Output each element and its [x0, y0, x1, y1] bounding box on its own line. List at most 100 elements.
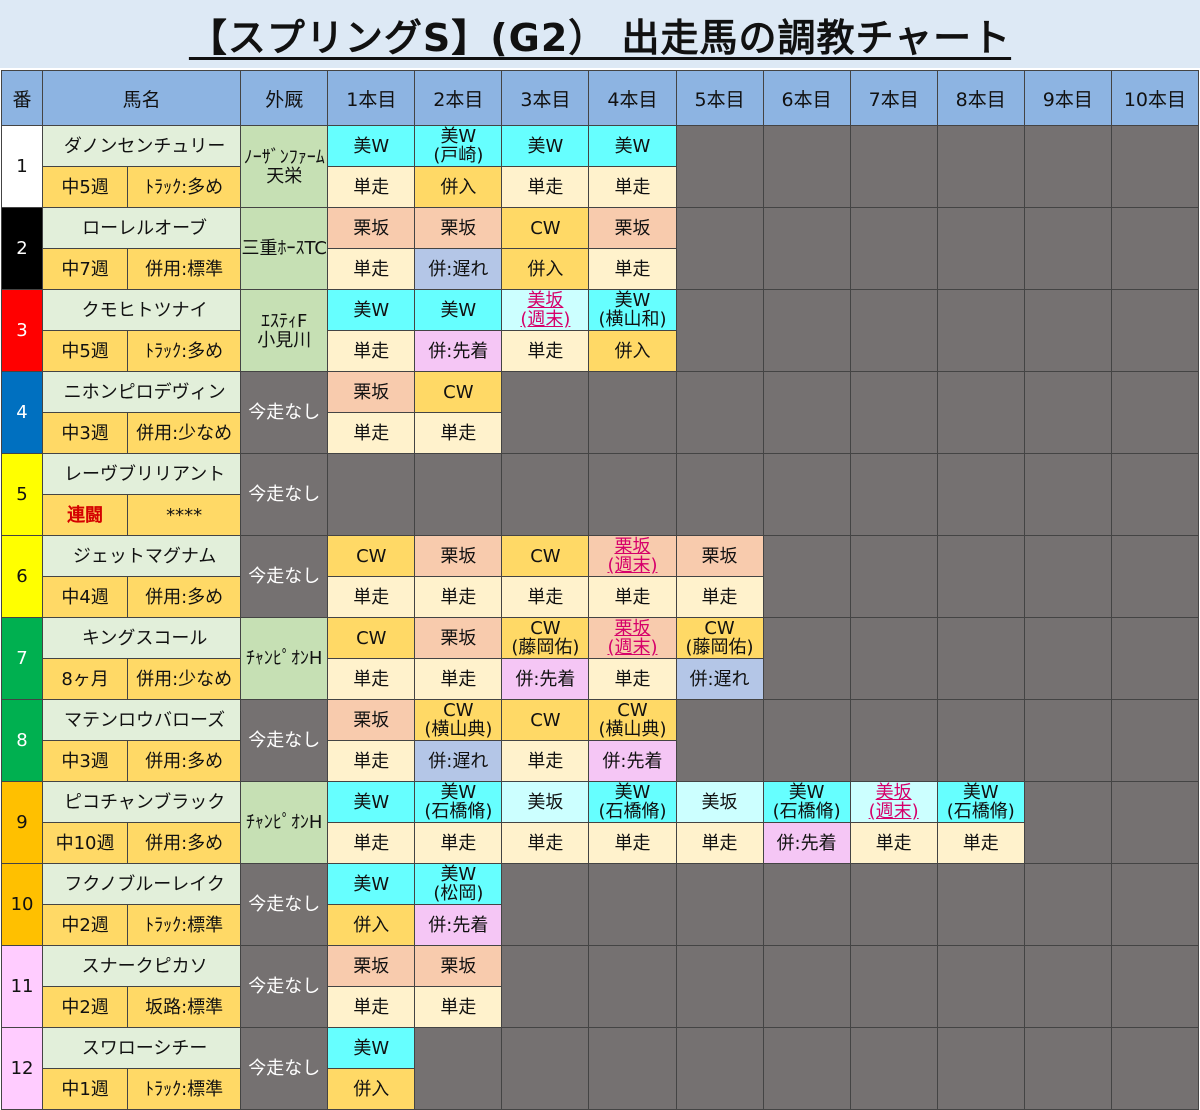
session-course: 栗坂 [327, 371, 416, 413]
empty-session-cell [1110, 453, 1200, 536]
session-course: 美坂 [501, 781, 590, 823]
session-type: 併:先着 [588, 740, 677, 782]
session-course: 美W (松岡) [414, 863, 503, 905]
session-type: 併:先着 [762, 822, 851, 864]
horse-number: 9 [0, 781, 44, 864]
session-course: CW (藤岡佑) [501, 617, 590, 659]
header-session-5: 5本目 [675, 70, 764, 126]
training-style: 併用:標準 [127, 248, 242, 290]
empty-session-cell [1110, 125, 1200, 208]
horse-number: 5 [0, 453, 44, 536]
session-partner-label: (石橋脩) [772, 801, 841, 822]
empty-session-cell [936, 945, 1025, 1028]
session-type: 単走 [588, 576, 677, 618]
empty-session-cell [1023, 863, 1112, 946]
empty-session-cell [849, 945, 938, 1028]
horse-number: 6 [0, 535, 44, 618]
session-course: 美W (戸崎) [414, 125, 503, 167]
training-style: 併用:多め [127, 576, 242, 618]
session-type: 単走 [501, 576, 590, 618]
horse-number: 4 [0, 371, 44, 454]
session-course: 栗坂 [327, 945, 416, 987]
session-type: 単走 [501, 166, 590, 208]
empty-session-cell [936, 125, 1025, 208]
stable-name: 今走なし [240, 1027, 329, 1110]
empty-session-cell [1023, 699, 1112, 782]
empty-session-cell [762, 1027, 851, 1110]
session-type: 単走 [501, 822, 590, 864]
session-type: 単走 [414, 986, 503, 1028]
stable-name: 今走なし [240, 699, 329, 782]
session-partner-label: (石橋脩) [424, 801, 493, 822]
session-course-label: 栗坂 [614, 217, 651, 239]
race-interval: 中3週 [42, 740, 129, 782]
session-type: 併:先着 [501, 658, 590, 700]
session-partner-label: (藤岡佑) [511, 637, 580, 658]
session-course-label: CW [704, 618, 735, 639]
session-course: CW (横山典) [588, 699, 677, 741]
empty-session-cell [762, 453, 851, 536]
title-bar: 【スプリングS】(G2） 出走馬の調教チャート [0, 0, 1200, 68]
session-course-label: 美W [527, 135, 564, 157]
horse-name: レーヴブリリアント [42, 453, 242, 495]
session-course: 栗坂 (週末) [588, 617, 677, 659]
session-type: 併:遅れ [675, 658, 764, 700]
session-partner-label: (週末) [607, 637, 658, 658]
stable-name: ｴｽﾃｨF 小見川 [240, 289, 329, 372]
empty-session-cell [762, 371, 851, 454]
horse-row-top: 4 ニホンピロデヴィン 今走なし 栗坂 CW [0, 371, 1200, 454]
empty-session-cell [501, 453, 590, 536]
horse-name: スワローシチー [42, 1027, 242, 1069]
empty-session-cell [675, 1027, 764, 1110]
empty-session-cell [849, 207, 938, 290]
session-type: 単走 [501, 330, 590, 372]
empty-session-cell [936, 699, 1025, 782]
race-interval: 中5週 [42, 166, 129, 208]
session-type: 単走 [327, 740, 416, 782]
horse-number: 10 [0, 863, 44, 946]
empty-session-cell [675, 125, 764, 208]
empty-session-cell [1110, 617, 1200, 700]
session-course-label: CW [617, 700, 648, 721]
horse-name: ピコチャンブラック [42, 781, 242, 823]
session-course: 栗坂 [414, 207, 503, 249]
empty-session-cell [1110, 207, 1200, 290]
session-course-label: 美W [614, 782, 651, 803]
horse-row-top: 7 キングスコール ﾁｬﾝﾋﾟｵﾝH CW 栗坂 CW (藤岡佑) 栗坂 (週末) CW (藤岡佑) [0, 617, 1200, 700]
empty-session-cell [588, 453, 677, 536]
session-course-label: 美坂 [527, 290, 564, 311]
empty-session-cell [675, 453, 764, 536]
horse-number: 7 [0, 617, 44, 700]
header-stable: 外厩 [240, 70, 329, 126]
empty-session-cell [1023, 535, 1112, 618]
session-course-label: CW [530, 217, 561, 239]
empty-session-cell [1110, 945, 1200, 1028]
session-type: 単走 [327, 658, 416, 700]
session-course: 美W [327, 863, 416, 905]
horse-number: 11 [0, 945, 44, 1028]
session-type: 単走 [936, 822, 1025, 864]
session-type: 単走 [327, 248, 416, 290]
empty-session-cell [1023, 371, 1112, 454]
empty-session-cell [1110, 535, 1200, 618]
empty-session-cell [936, 289, 1025, 372]
session-course: CW [327, 617, 416, 659]
session-course-label: 美W [440, 864, 477, 885]
session-course: 美W [327, 125, 416, 167]
session-type: 単走 [588, 822, 677, 864]
stable-name: 今走なし [240, 535, 329, 618]
race-interval: 中2週 [42, 986, 129, 1028]
horse-row-top: 5 レーヴブリリアント 今走なし [0, 453, 1200, 536]
empty-session-cell [501, 371, 590, 454]
session-course-label: 美W [788, 782, 825, 803]
horse-row-top: 1 ダノンセンチュリー ﾉｰｻﾞﾝﾌｧｰﾑ 天栄 美W 美W (戸崎) 美W 美W [0, 125, 1200, 208]
session-course-label: 栗坂 [614, 536, 651, 557]
stable-name: ﾁｬﾝﾋﾟｵﾝH [240, 781, 329, 864]
empty-session-cell [1110, 699, 1200, 782]
session-type: 単走 [588, 658, 677, 700]
empty-session-cell [414, 453, 503, 536]
session-course-label: 栗坂 [614, 618, 651, 639]
empty-session-cell [762, 535, 851, 618]
empty-session-cell [762, 945, 851, 1028]
training-style: 併用:多め [127, 822, 242, 864]
